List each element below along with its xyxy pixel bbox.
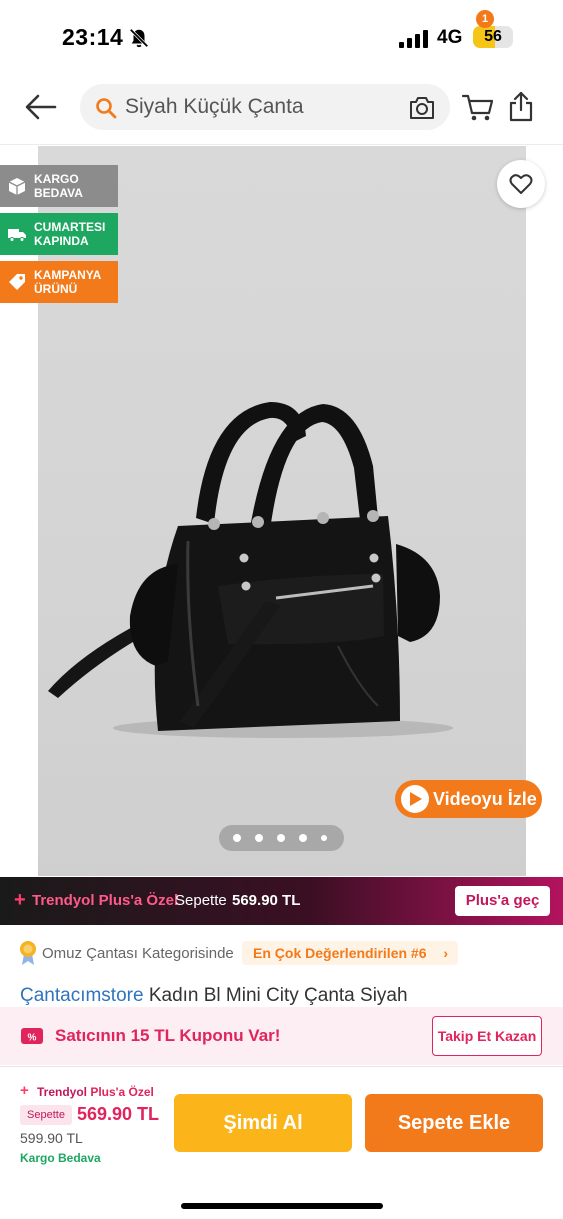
search-input[interactable]: Siyah Küçük Çanta xyxy=(125,95,304,119)
home-indicator[interactable] xyxy=(181,1203,383,1209)
cart-count-badge: 1 xyxy=(476,10,494,28)
sepette-pill: Sepette xyxy=(20,1105,72,1125)
pagination-dot[interactable] xyxy=(255,834,263,842)
bottom-plus-brand: Trendyol Plus'a Özel xyxy=(37,1085,154,1099)
header-divider xyxy=(0,144,563,145)
follow-earn-button[interactable]: Takip Et Kazan xyxy=(432,1016,542,1056)
svg-text:%: % xyxy=(28,1033,37,1044)
favorite-button[interactable] xyxy=(497,160,545,208)
play-icon xyxy=(401,785,429,813)
ranking-label: En Çok Değerlendirilen #6 xyxy=(253,945,427,961)
signal-icon xyxy=(399,30,428,48)
store-link[interactable]: Çantacımstore xyxy=(20,985,144,1006)
plus-sign-icon: + xyxy=(14,889,26,911)
plus-sign-icon: + xyxy=(20,1082,29,1099)
bottom-brand-plus: Plus'a Özel xyxy=(90,1085,154,1099)
box-icon xyxy=(8,178,26,195)
share-icon[interactable] xyxy=(508,90,534,122)
tag-icon xyxy=(9,274,25,290)
badge-cumartesi-kapinda: CUMARTESI KAPINDA xyxy=(0,213,118,255)
plus-join-button[interactable]: Plus'a geç xyxy=(455,886,550,916)
heart-icon xyxy=(509,174,533,194)
product-title: Çantacımstore Kadın Bl Mini City Çanta S… xyxy=(20,985,408,1007)
truck-icon xyxy=(8,229,26,242)
bottom-brand-trendyol: Trendyol xyxy=(37,1085,91,1099)
battery-level: 56 xyxy=(484,28,502,45)
medal-icon xyxy=(20,941,36,965)
watch-video-label: Videoyu İzle xyxy=(433,789,537,809)
cart-icon[interactable] xyxy=(461,91,495,123)
plus-price: 569.90 TL xyxy=(232,892,301,909)
network-type: 4G xyxy=(437,27,463,48)
badge-kargo-bedava: KARGO BEDAVA xyxy=(0,165,118,207)
product-name: Kadın Bl Mini City Çanta Siyah xyxy=(148,985,408,1006)
camera-icon[interactable] xyxy=(408,95,436,121)
pagination-dot[interactable] xyxy=(321,835,327,841)
back-arrow-icon[interactable] xyxy=(24,92,58,122)
pagination-dot[interactable] xyxy=(233,834,241,842)
search-icon xyxy=(96,98,117,119)
buy-now-button[interactable]: Şimdi Al xyxy=(174,1094,352,1152)
ranking-link[interactable]: En Çok Değerlendirilen #6 › xyxy=(242,941,458,965)
add-to-cart-button[interactable]: Sepete Ekle xyxy=(365,1094,543,1152)
category-ranking-row: Omuz Çantası Kategorisinde En Çok Değerl… xyxy=(0,935,563,975)
plus-brand-label: Trendyol Plus'a Özel xyxy=(32,892,179,909)
pagination-dot[interactable] xyxy=(277,834,285,842)
coupon-text: Satıcının 15 TL Kuponu Var! xyxy=(55,1026,281,1045)
image-pagination[interactable] xyxy=(219,825,344,851)
handbag-photo xyxy=(48,402,453,738)
category-text: Omuz Çantası Kategorisinde xyxy=(42,945,234,962)
pagination-dot[interactable] xyxy=(299,834,307,842)
top-header: Siyah Küçük Çanta xyxy=(0,76,563,140)
badge-kampanya-urunu: KAMPANYA ÜRÜNÜ xyxy=(0,261,118,303)
chevron-right-icon: › xyxy=(443,945,448,961)
badge-label: KAMPANYA ÜRÜNÜ xyxy=(34,268,101,296)
battery-icon: 56 xyxy=(473,26,513,48)
bell-muted-icon xyxy=(129,28,149,48)
status-time: 23:14 xyxy=(62,24,124,50)
bottom-price: 569.90 TL xyxy=(77,1104,160,1124)
search-bar[interactable]: Siyah Küçük Çanta xyxy=(80,84,450,130)
product-image[interactable] xyxy=(38,146,526,876)
badge-label: CUMARTESI KAPINDA xyxy=(34,220,106,248)
bottom-old-price: 599.90 TL xyxy=(20,1130,83,1146)
watch-video-button[interactable]: Videoyu İzle xyxy=(395,780,542,818)
plus-sepette-label: Sepette xyxy=(175,892,227,909)
coupon-icon: % xyxy=(21,1028,43,1044)
bottom-shipping-label: Kargo Bedava xyxy=(20,1151,101,1165)
badge-label: KARGO BEDAVA xyxy=(34,172,83,200)
